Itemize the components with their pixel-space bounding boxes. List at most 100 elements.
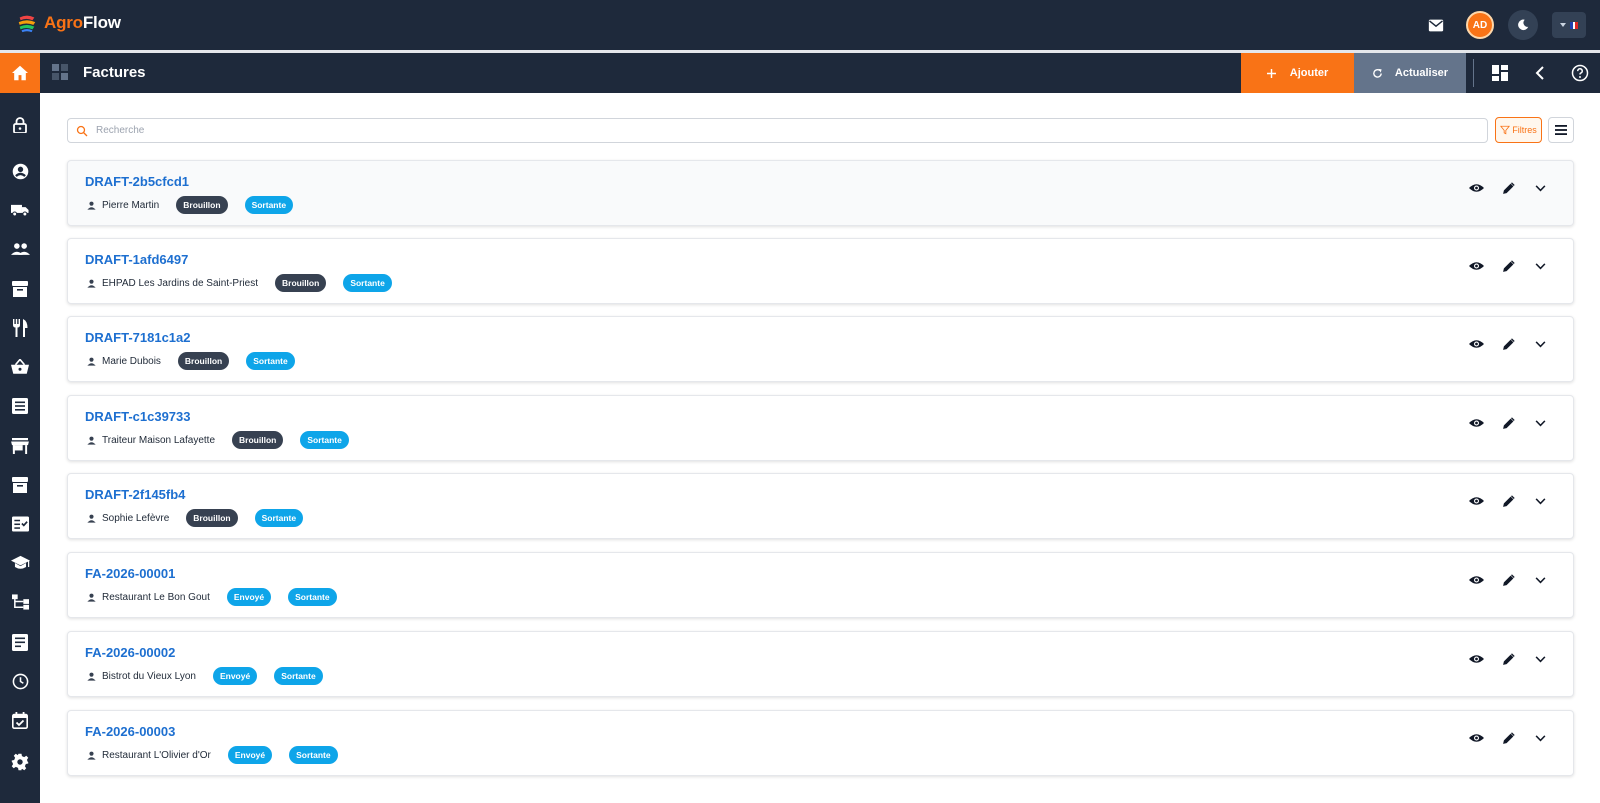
sidebar-list-icon[interactable]	[10, 396, 30, 416]
view-eye-icon[interactable]	[1467, 179, 1485, 197]
invoice-number[interactable]: FA-2026-00001	[85, 566, 175, 581]
invoice-number[interactable]: DRAFT-2b5cfcd1	[85, 174, 189, 189]
sidebar	[0, 93, 40, 803]
invoice-actions	[1467, 650, 1549, 668]
invoice-number[interactable]: DRAFT-2f145fb4	[85, 487, 185, 502]
home-button[interactable]	[0, 53, 40, 93]
refresh-button[interactable]: Actualiser	[1354, 53, 1466, 93]
sidebar-people-icon[interactable]	[10, 239, 30, 259]
sidebar-store-icon[interactable]	[10, 436, 30, 456]
expand-chevron-down-icon[interactable]	[1531, 414, 1549, 432]
filter-icon	[1500, 125, 1511, 135]
dashboard-layout-icon[interactable]	[1490, 63, 1510, 83]
sidebar-truck-icon[interactable]	[10, 200, 30, 220]
edit-pencil-icon[interactable]	[1499, 729, 1517, 747]
expand-chevron-down-icon[interactable]	[1531, 179, 1549, 197]
invoice-actions	[1467, 571, 1549, 589]
invoice-card[interactable]: FA-2026-00003 Restaurant L'Olivier d'Or …	[67, 710, 1574, 776]
invoice-meta: Traiteur Maison Lafayette Brouillon Sort…	[87, 431, 366, 449]
view-eye-icon[interactable]	[1467, 571, 1485, 589]
invoice-card[interactable]: DRAFT-1afd6497 EHPAD Les Jardins de Sain…	[67, 238, 1574, 304]
user-avatar[interactable]: AD	[1466, 11, 1494, 39]
invoice-card[interactable]: DRAFT-7181c1a2 Marie Dubois Brouillon So…	[67, 316, 1574, 382]
sidebar-calendar-check-icon[interactable]	[10, 710, 30, 730]
edit-pencil-icon[interactable]	[1499, 492, 1517, 510]
menu-icon	[1555, 125, 1567, 135]
invoice-meta: Restaurant L'Olivier d'Or Envoyé Sortant…	[87, 746, 355, 764]
agroflow-logo-icon	[18, 15, 36, 33]
search-bar[interactable]	[67, 118, 1488, 143]
invoice-actions	[1467, 414, 1549, 432]
person-icon	[87, 750, 97, 760]
mail-icon[interactable]	[1420, 9, 1452, 41]
client-name: EHPAD Les Jardins de Saint-Priest	[102, 277, 258, 289]
search-icon	[76, 125, 88, 136]
invoice-number[interactable]: FA-2026-00002	[85, 645, 175, 660]
sidebar-basket-icon[interactable]	[10, 357, 30, 377]
invoice-card[interactable]: FA-2026-00002 Bistrot du Vieux Lyon Envo…	[67, 631, 1574, 697]
client-name: Sophie Lefèvre	[102, 512, 170, 524]
sidebar-inventory-icon[interactable]	[10, 475, 30, 495]
expand-chevron-down-icon[interactable]	[1531, 650, 1549, 668]
dashboard-grid-icon[interactable]	[52, 64, 70, 82]
sidebar-receipt-icon[interactable]	[10, 632, 30, 652]
dark-mode-toggle[interactable]	[1508, 10, 1538, 40]
refresh-button-label: Actualiser	[1394, 67, 1449, 79]
edit-pencil-icon[interactable]	[1499, 650, 1517, 668]
sidebar-settings-icon[interactable]	[10, 752, 30, 772]
sidebar-archive-icon[interactable]	[10, 279, 30, 299]
direction-badge: Sortante	[300, 431, 349, 449]
status-badge: Brouillon	[176, 196, 228, 214]
edit-pencil-icon[interactable]	[1499, 335, 1517, 353]
sidebar-school-icon[interactable]	[10, 553, 30, 573]
sidebar-clock-icon[interactable]	[10, 671, 30, 691]
language-selector[interactable]	[1552, 12, 1586, 38]
sidebar-restaurant-icon[interactable]	[10, 318, 30, 338]
view-eye-icon[interactable]	[1467, 335, 1485, 353]
collapse-chevron-left-icon[interactable]	[1530, 63, 1550, 83]
view-eye-icon[interactable]	[1467, 257, 1485, 275]
list-menu-button[interactable]	[1548, 117, 1574, 143]
status-badge: Envoyé	[226, 588, 272, 606]
expand-chevron-down-icon[interactable]	[1531, 257, 1549, 275]
view-eye-icon[interactable]	[1467, 729, 1485, 747]
view-eye-icon[interactable]	[1467, 492, 1485, 510]
edit-pencil-icon[interactable]	[1499, 414, 1517, 432]
invoice-card[interactable]: DRAFT-2f145fb4 Sophie Lefèvre Brouillon …	[67, 473, 1574, 539]
add-button[interactable]: Ajouter	[1241, 53, 1354, 93]
direction-badge: Sortante	[254, 509, 304, 527]
invoice-meta: Marie Dubois Brouillon Sortante	[87, 352, 312, 370]
help-icon[interactable]	[1570, 63, 1590, 83]
invoice-card[interactable]: DRAFT-2b5cfcd1 Pierre Martin Brouillon S…	[67, 160, 1574, 226]
status-badge: Brouillon	[186, 509, 238, 527]
search-input[interactable]	[96, 125, 1487, 136]
sidebar-hierarchy-icon[interactable]	[10, 592, 30, 612]
brand-logo[interactable]: AgroFlow	[16, 12, 121, 34]
sidebar-account-icon[interactable]	[10, 161, 30, 181]
sidebar-lock-icon[interactable]	[10, 115, 30, 135]
invoice-number[interactable]: DRAFT-1afd6497	[85, 252, 188, 267]
invoice-card[interactable]: FA-2026-00001 Restaurant Le Bon Gout Env…	[67, 552, 1574, 618]
person-icon	[87, 278, 97, 288]
invoice-actions	[1467, 335, 1549, 353]
sidebar-checklist-icon[interactable]	[10, 514, 30, 534]
view-eye-icon[interactable]	[1467, 650, 1485, 668]
expand-chevron-down-icon[interactable]	[1531, 492, 1549, 510]
invoice-meta: Bistrot du Vieux Lyon Envoyé Sortante	[87, 667, 340, 685]
caret-down-icon	[1560, 23, 1566, 27]
edit-pencil-icon[interactable]	[1499, 257, 1517, 275]
status-badge: Brouillon	[232, 431, 284, 449]
view-eye-icon[interactable]	[1467, 414, 1485, 432]
invoice-number[interactable]: DRAFT-7181c1a2	[85, 330, 191, 345]
expand-chevron-down-icon[interactable]	[1531, 571, 1549, 589]
client-name: Traiteur Maison Lafayette	[102, 434, 216, 446]
edit-pencil-icon[interactable]	[1499, 179, 1517, 197]
invoice-number[interactable]: FA-2026-00003	[85, 724, 175, 739]
expand-chevron-down-icon[interactable]	[1531, 729, 1549, 747]
invoice-number[interactable]: DRAFT-c1c39733	[85, 409, 191, 424]
refresh-icon	[1373, 68, 1382, 78]
expand-chevron-down-icon[interactable]	[1531, 335, 1549, 353]
edit-pencil-icon[interactable]	[1499, 571, 1517, 589]
filters-button[interactable]: Filtres	[1495, 117, 1542, 143]
invoice-card[interactable]: DRAFT-c1c39733 Traiteur Maison Lafayette…	[67, 395, 1574, 461]
